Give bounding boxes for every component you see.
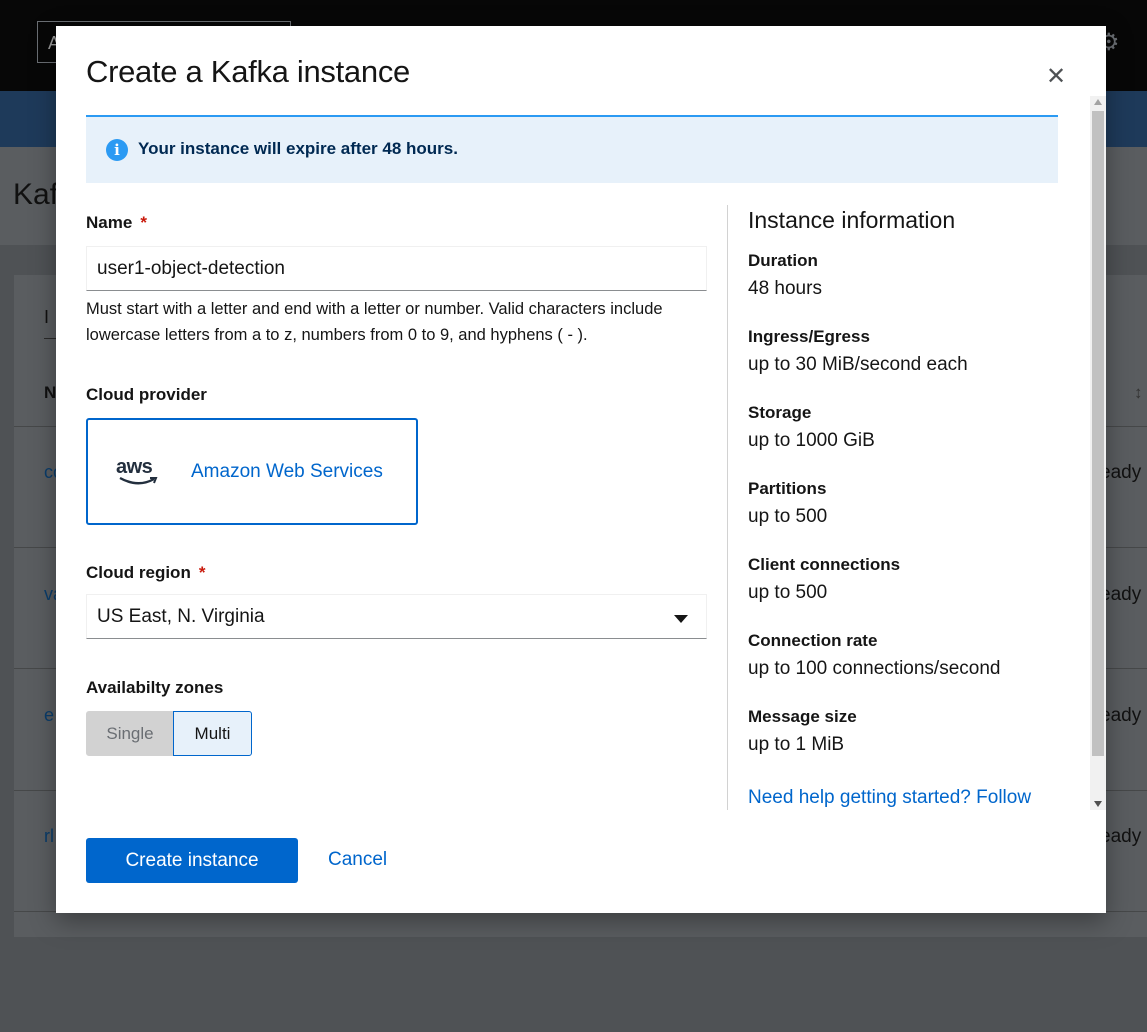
required-mark: * (198, 563, 206, 582)
table-row (14, 911, 1147, 1032)
sort-icon: ↕ (1134, 383, 1143, 402)
info-value-ingress-egress: up to 30 MiB/second each (748, 354, 968, 375)
cloud-region-value: US East, N. Virginia (97, 606, 265, 627)
aws-smile-icon (119, 476, 158, 485)
provider-name: Amazon Web Services (191, 461, 383, 482)
availability-single-toggle[interactable]: Single (86, 711, 174, 756)
row-link: e (44, 705, 55, 725)
info-term-duration: Duration (748, 251, 818, 270)
alert-text: Your instance will expire after 48 hours… (138, 139, 458, 158)
cancel-button[interactable]: Cancel (328, 849, 387, 871)
aws-logo-icon: aws (116, 456, 164, 488)
caret-down-icon (674, 615, 688, 623)
cloud-region-select[interactable]: US East, N. Virginia (86, 594, 707, 639)
aws-provider-tile[interactable]: aws Amazon Web Services (86, 418, 418, 525)
row-status: eady (1100, 826, 1142, 847)
name-label: Name * (86, 213, 147, 233)
modal-title: Create a Kafka instance (86, 54, 410, 89)
help-getting-started-link[interactable]: Need help getting started? Follow (748, 787, 1031, 809)
expiry-alert: i Your instance will expire after 48 hou… (86, 115, 1058, 183)
scroll-down-arrow-icon[interactable] (1094, 801, 1102, 807)
info-term-connection-rate: Connection rate (748, 631, 878, 650)
info-value-partitions: up to 500 (748, 506, 828, 527)
row-link: rl (44, 826, 54, 846)
info-term-client-connections: Client connections (748, 555, 901, 574)
modal-scrollbar[interactable] (1090, 96, 1106, 810)
required-mark: * (140, 213, 147, 232)
row-status: eady (1100, 705, 1142, 726)
info-circle-icon: i (106, 139, 128, 161)
info-value-storage: up to 1000 GiB (748, 430, 875, 451)
info-term-message-size: Message size (748, 707, 857, 726)
close-icon[interactable]: ✕ (1043, 64, 1069, 90)
cloud-region-label: Cloud region * (86, 563, 205, 583)
info-value-connection-rate: up to 100 connections/second (748, 658, 1001, 679)
info-value-duration: 48 hours (748, 278, 822, 299)
create-instance-button[interactable]: Create instance (86, 838, 298, 883)
modal-body: i Your instance will expire after 48 hou… (56, 96, 1090, 810)
info-term-ingress-egress: Ingress/Egress (748, 327, 870, 346)
aws-logo-text: aws (116, 456, 153, 478)
row-status: eady (1100, 462, 1142, 483)
scroll-up-arrow-icon[interactable] (1094, 99, 1102, 105)
name-input[interactable] (86, 246, 707, 291)
instance-info-title: Instance information (748, 207, 956, 233)
info-value-message-size: up to 1 MiB (748, 734, 845, 755)
column-header-name: N (44, 383, 57, 402)
cloud-provider-label: Cloud provider (86, 385, 207, 404)
info-value-client-connections: up to 500 (748, 582, 828, 603)
scroll-thumb[interactable] (1092, 111, 1104, 756)
create-kafka-modal: Create a Kafka instance ✕ i Your instanc… (56, 26, 1106, 913)
availability-zones-label: Availabilty zones (86, 678, 224, 697)
info-term-storage: Storage (748, 403, 812, 422)
row-status: eady (1100, 584, 1142, 605)
availability-multi-toggle[interactable]: Multi (173, 711, 252, 756)
page-title: Kaf (13, 178, 59, 211)
vertical-divider (727, 205, 728, 810)
info-term-partitions: Partitions (748, 479, 827, 498)
cloud-region-label-text: Cloud region (86, 563, 191, 582)
name-helper-text: Must start with a letter and end with a … (86, 300, 663, 344)
name-label-text: Name (86, 213, 133, 232)
